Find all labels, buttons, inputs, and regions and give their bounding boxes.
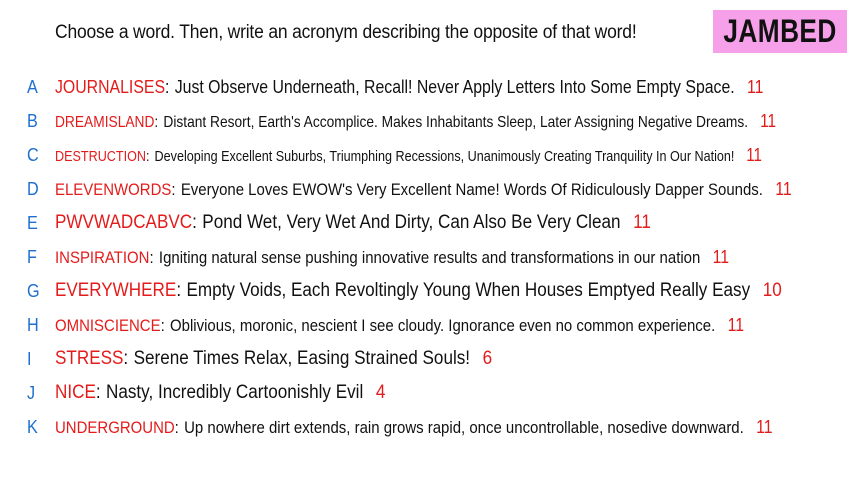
entry-acronym: Igniting natural sense pushing innovativ…	[158, 247, 701, 267]
entry-letter: E	[27, 212, 38, 233]
entry-word: DREAMISLAND	[55, 113, 155, 131]
entry-letter: J	[27, 382, 36, 403]
entry-acronym: Just Observe Underneath, Recall! Never A…	[174, 76, 735, 97]
entry-letter: D	[27, 178, 39, 199]
entry-acronym: Distant Resort, Earth's Accomplice. Make…	[163, 113, 749, 131]
entry-letter: H	[27, 314, 39, 335]
entry-word: DESTRUCTION	[55, 147, 147, 165]
entry-acronym: Serene Times Relax, Easing Strained Soul…	[133, 348, 471, 369]
entry-acronym: Up nowhere dirt extends, rain grows rapi…	[184, 417, 744, 437]
entry-count: 11	[747, 76, 764, 97]
entry-count: 4	[375, 382, 386, 403]
entry-word: EVERYWHERE	[55, 280, 177, 301]
prompt-text: Choose a word. Then, write an acronym de…	[55, 22, 637, 43]
entry-letter: F	[27, 246, 37, 267]
entry-count: 11	[746, 144, 762, 165]
entry-count: 11	[760, 110, 777, 131]
entry-letter: G	[27, 280, 40, 301]
entry-acronym: Oblivious, moronic, nescient I see cloud…	[170, 315, 716, 335]
entry-count: 6	[482, 348, 493, 369]
entry-count: 11	[712, 246, 730, 267]
entry-count: 11	[775, 178, 792, 199]
entry-letter: C	[27, 144, 39, 165]
entry-word: JOURNALISES	[55, 76, 166, 97]
brand-logo: JAMBED	[713, 10, 847, 53]
entry-word: INSPIRATION	[55, 247, 150, 267]
entry-word: OMNISCIENCE	[55, 315, 161, 335]
entry-letter: I	[27, 348, 32, 369]
entry-word: STRESS	[55, 348, 124, 369]
entry-word: NICE	[55, 382, 96, 403]
entry-letter: A	[27, 76, 38, 97]
entry-letter: K	[27, 416, 38, 437]
entry-word: UNDERGROUND	[55, 417, 175, 437]
entry-acronym: Empty Voids, Each Revoltingly Young When…	[186, 280, 751, 301]
entry-word: PWVWADCABVC	[55, 212, 193, 233]
entry-acronym: Everyone Loves EWOW's Very Excellent Nam…	[180, 179, 763, 199]
entry-letter: B	[27, 110, 38, 131]
entry-count: 11	[727, 314, 745, 335]
entry-count: 11	[756, 416, 773, 437]
entry-count: 10	[762, 280, 782, 301]
entry-count: 11	[633, 212, 651, 233]
entry-acronym: Pond Wet, Very Wet And Dirty, Can Also B…	[202, 212, 621, 233]
entry-acronym: Nasty, Incredibly Cartoonishly Evil	[106, 382, 364, 403]
entry-word: ELEVENWORDS	[55, 179, 172, 199]
entry-acronym: Developing Excellent Suburbs, Triumphing…	[154, 147, 735, 165]
brand-text: JAMBED	[723, 13, 837, 49]
